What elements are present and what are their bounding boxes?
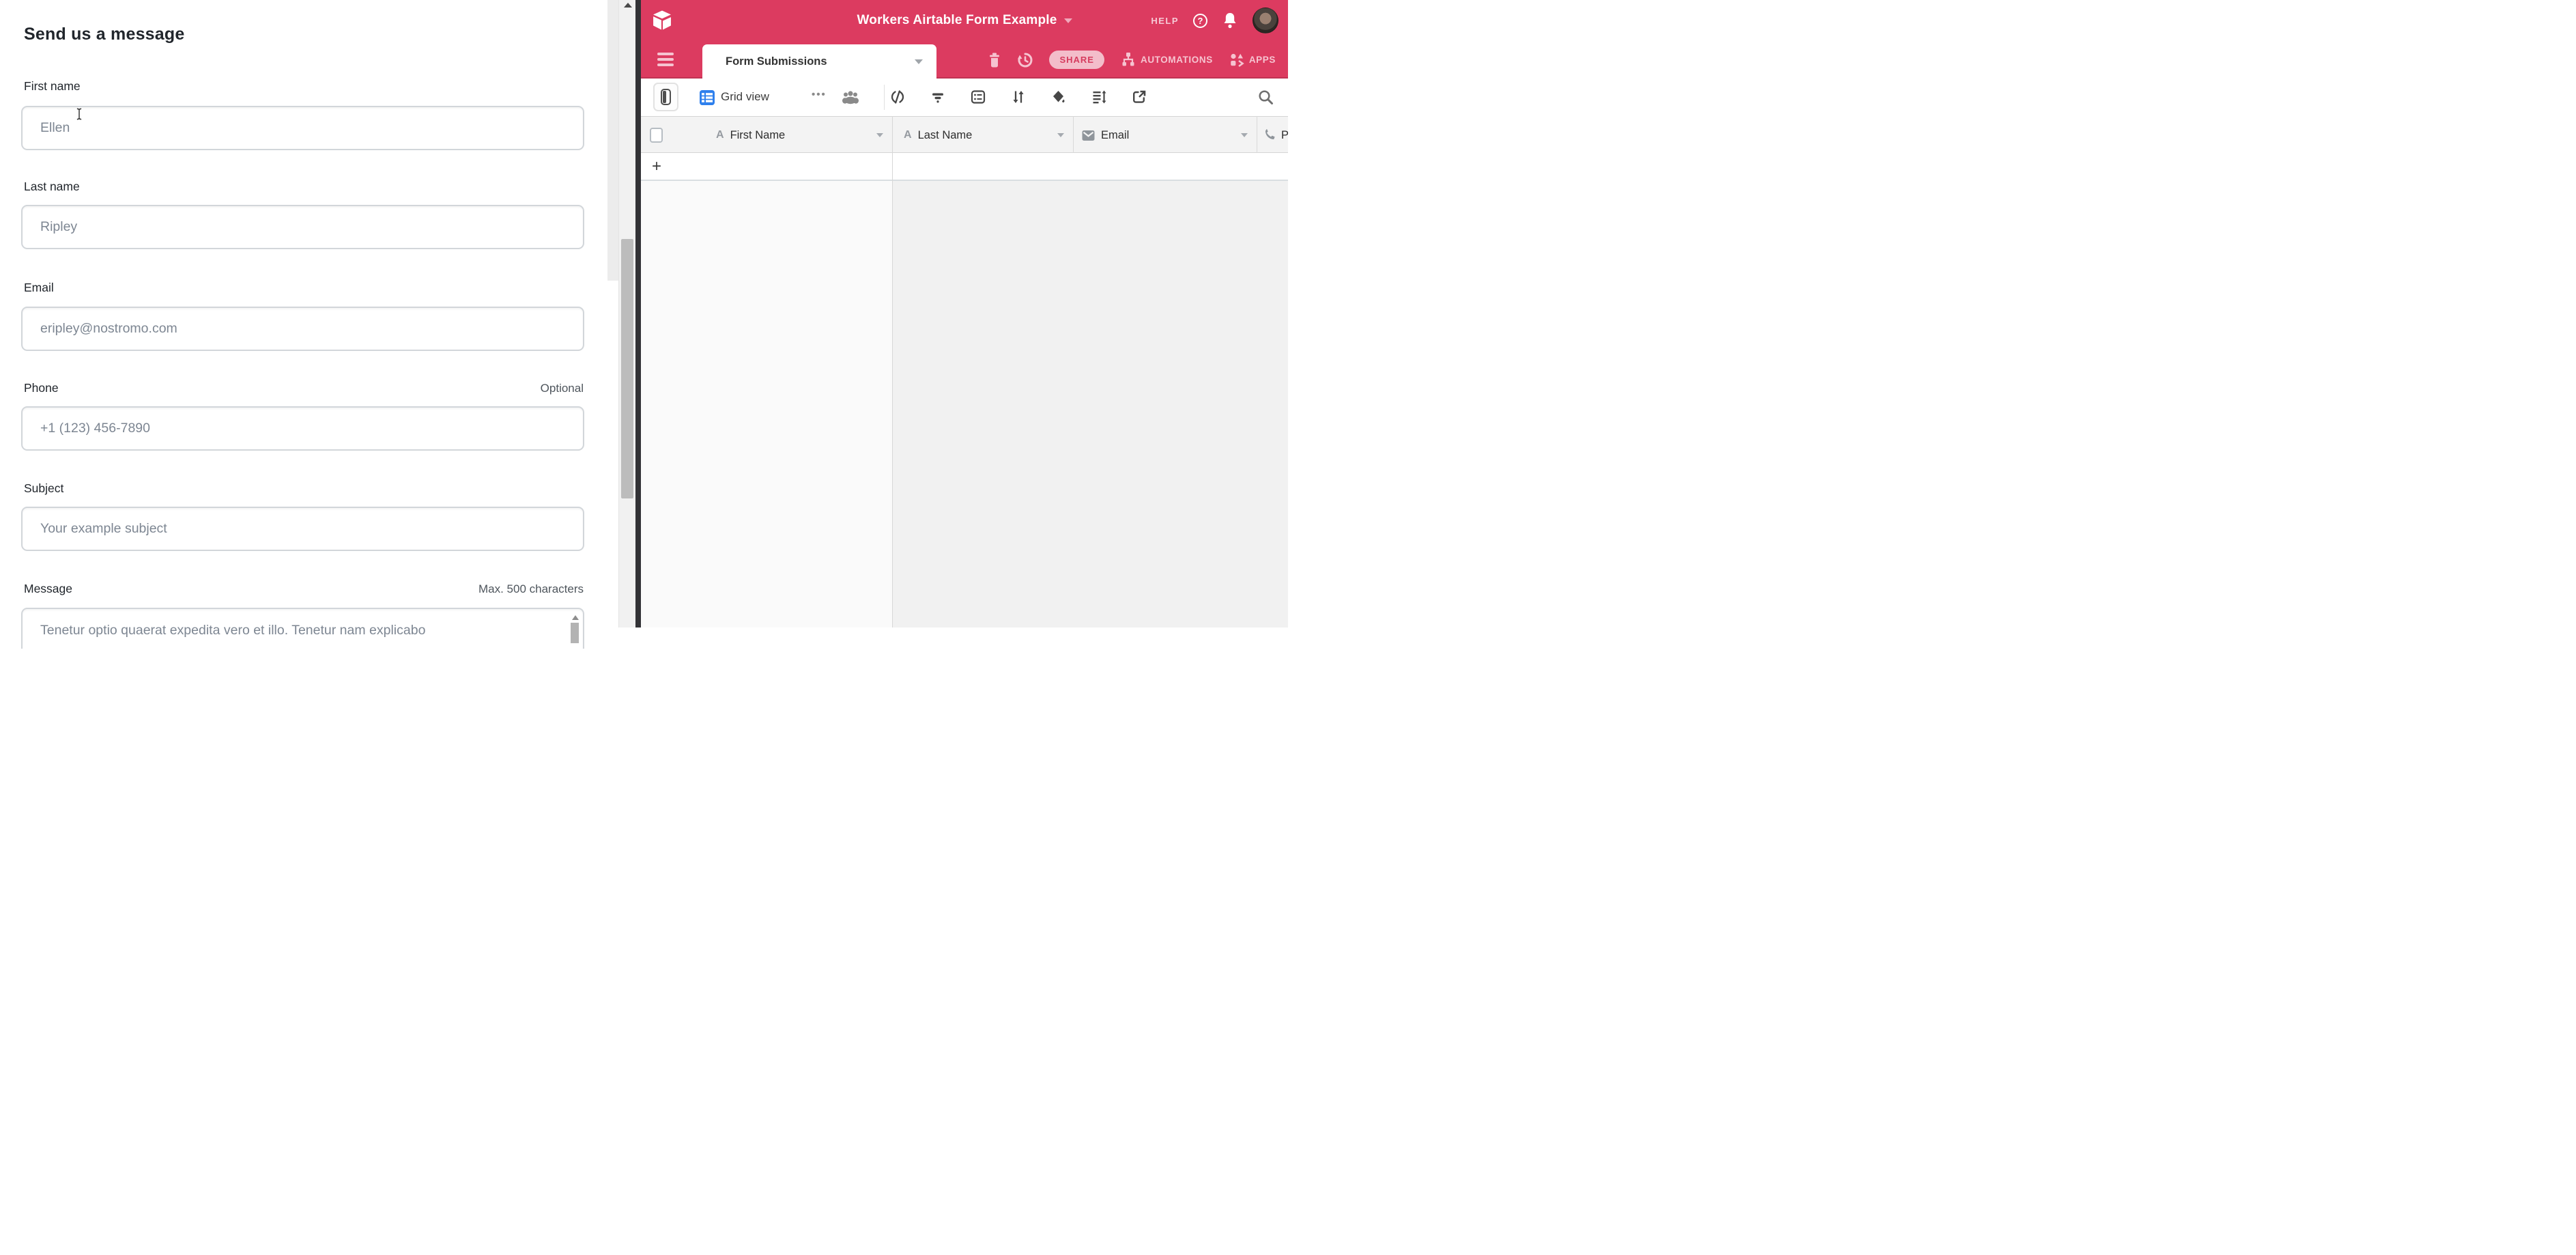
airtable-window: Workers Airtable Form Example HELP ? For… bbox=[641, 0, 1288, 628]
grid-body-area bbox=[892, 181, 1288, 628]
column-header-phone[interactable]: Phone bbox=[1257, 117, 1288, 154]
base-title[interactable]: Workers Airtable Form Example bbox=[857, 13, 1057, 28]
help-button[interactable]: HELP bbox=[1151, 16, 1179, 26]
share-button[interactable]: SHARE bbox=[1049, 51, 1104, 69]
view-config-buttons bbox=[889, 89, 1147, 105]
email-field-icon bbox=[1082, 130, 1095, 141]
view-more-button[interactable]: ••• bbox=[812, 89, 827, 100]
share-view-icon[interactable] bbox=[1131, 89, 1147, 105]
subject-input[interactable] bbox=[21, 507, 584, 551]
email-field[interactable] bbox=[21, 307, 584, 351]
phone-optional-hint: Optional bbox=[541, 382, 584, 395]
message-label-row: Message Max. 500 characters bbox=[24, 582, 584, 596]
last-name-input[interactable] bbox=[21, 205, 584, 249]
add-row[interactable]: + bbox=[641, 153, 1288, 181]
search-icon[interactable] bbox=[1257, 89, 1274, 106]
view-toolbar: Grid view ••• bbox=[641, 79, 1288, 116]
collaborators-icon[interactable] bbox=[842, 89, 859, 104]
phone-field-icon bbox=[1263, 129, 1276, 142]
page-title: Send us a message bbox=[24, 25, 184, 44]
help-question-icon[interactable]: ? bbox=[1193, 14, 1207, 28]
sort-icon[interactable] bbox=[1010, 89, 1027, 105]
row-height-icon[interactable] bbox=[1091, 89, 1107, 105]
filter-icon[interactable] bbox=[930, 89, 946, 105]
grid-header-row: A First Name A Last Name Email Phone bbox=[641, 116, 1288, 153]
hide-fields-icon[interactable] bbox=[889, 89, 906, 105]
first-name-label-row: First name bbox=[24, 79, 584, 94]
phone-label: Phone bbox=[24, 381, 59, 395]
subject-label: Subject bbox=[24, 481, 63, 496]
message-textarea[interactable] bbox=[21, 608, 584, 649]
window-divider bbox=[635, 0, 641, 628]
first-name-label: First name bbox=[24, 79, 81, 94]
toolbar-divider bbox=[884, 85, 885, 110]
airtable-topbar: Workers Airtable Form Example HELP ? bbox=[641, 0, 1288, 41]
notifications-bell-icon[interactable] bbox=[1222, 12, 1238, 29]
views-sidebar-toggle[interactable] bbox=[653, 83, 678, 111]
text-field-icon: A bbox=[716, 129, 724, 141]
apps-icon bbox=[1229, 52, 1245, 68]
page-gutter bbox=[607, 0, 618, 281]
view-name[interactable]: Grid view bbox=[721, 90, 769, 104]
history-icon[interactable] bbox=[1017, 52, 1033, 68]
user-avatar[interactable] bbox=[1253, 8, 1278, 33]
tab-form-submissions[interactable]: Form Submissions bbox=[702, 44, 936, 79]
last-name-label-row: Last name bbox=[24, 180, 584, 194]
automations-icon bbox=[1120, 52, 1136, 68]
add-row-plus-icon[interactable]: + bbox=[652, 158, 661, 175]
column-caret-icon[interactable] bbox=[876, 133, 883, 137]
page-scrollbar-thumb[interactable] bbox=[621, 239, 633, 498]
phone-label-row: Phone Optional bbox=[24, 381, 584, 395]
column-header-last-name[interactable]: A Last Name bbox=[892, 117, 1073, 154]
column-caret-icon[interactable] bbox=[1241, 133, 1248, 137]
column-divider[interactable] bbox=[1073, 116, 1074, 153]
text-field-icon: A bbox=[904, 129, 912, 141]
subject-label-row: Subject bbox=[24, 481, 584, 496]
textarea-scroll-up-icon[interactable] bbox=[572, 615, 579, 620]
last-name-label: Last name bbox=[24, 180, 80, 194]
table-caret-icon[interactable] bbox=[915, 59, 923, 64]
appbar-right-cluster: SHARE AUTOMATIONS APPS bbox=[988, 41, 1276, 79]
page-scrollbar[interactable] bbox=[618, 0, 635, 628]
sidebar-panel-icon bbox=[661, 89, 671, 105]
email-label: Email bbox=[24, 281, 54, 295]
email-label-row: Email bbox=[24, 281, 584, 295]
text-cursor-icon bbox=[75, 107, 83, 121]
base-title-caret-icon[interactable] bbox=[1064, 18, 1072, 23]
automations-button[interactable]: AUTOMATIONS bbox=[1120, 52, 1213, 68]
first-name-input[interactable] bbox=[21, 106, 584, 150]
column-header-email[interactable]: Email bbox=[1073, 117, 1257, 154]
grid-body-frozen-area bbox=[641, 181, 892, 628]
message-maxchars-hint: Max. 500 characters bbox=[478, 582, 584, 596]
color-icon[interactable] bbox=[1050, 89, 1067, 105]
textarea-scrollbar-thumb[interactable] bbox=[571, 623, 579, 643]
frozen-column-divider[interactable] bbox=[892, 116, 893, 628]
message-label: Message bbox=[24, 582, 72, 596]
phone-field[interactable] bbox=[21, 406, 584, 451]
column-header-first-name[interactable]: A First Name bbox=[641, 117, 892, 154]
trash-icon[interactable] bbox=[988, 52, 1001, 68]
topbar-right-cluster: HELP ? bbox=[1151, 0, 1278, 41]
table-name: Form Submissions bbox=[726, 55, 827, 68]
contact-form-page: Send us a message First name Last name E… bbox=[0, 0, 607, 628]
group-icon[interactable] bbox=[970, 89, 986, 105]
grid-view-icon[interactable] bbox=[700, 90, 715, 105]
column-caret-icon[interactable] bbox=[1057, 133, 1064, 137]
scroll-up-arrow-icon[interactable] bbox=[624, 3, 632, 8]
sidebar-menu-icon[interactable] bbox=[657, 53, 674, 66]
airtable-appbar: Form Submissions SHARE bbox=[641, 41, 1288, 79]
apps-button[interactable]: APPS bbox=[1229, 52, 1276, 68]
